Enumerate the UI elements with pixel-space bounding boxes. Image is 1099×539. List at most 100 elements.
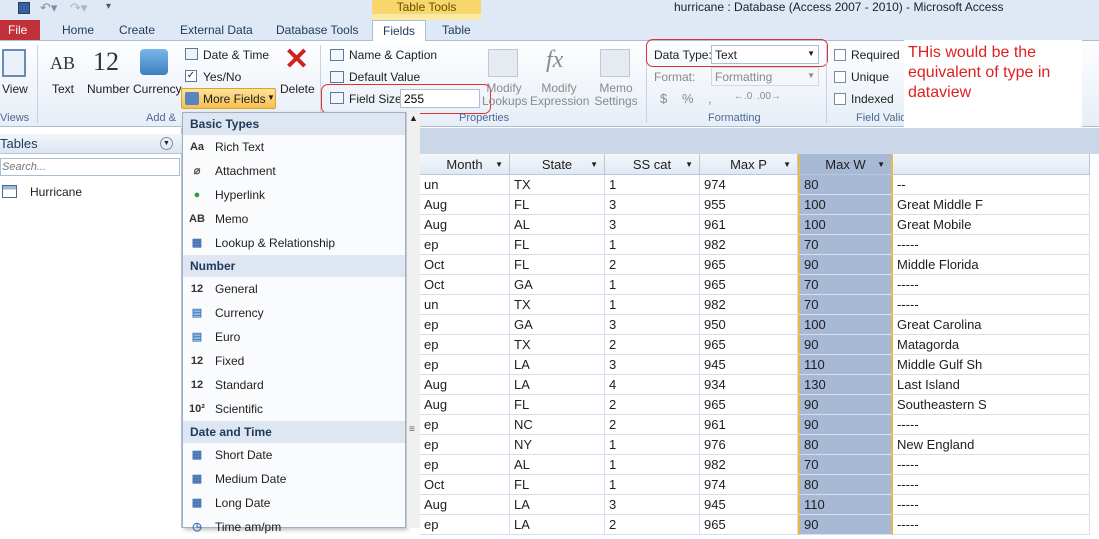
table-cell[interactable]: ----- bbox=[893, 455, 1090, 475]
more-fields-button[interactable]: More Fields ▼ bbox=[181, 88, 276, 109]
text-field-button[interactable]: Text bbox=[52, 82, 74, 96]
table-cell[interactable]: ----- bbox=[893, 235, 1090, 255]
table-row[interactable]: ep NY 1 976 80 New England bbox=[0, 435, 1099, 455]
table-cell[interactable]: 974 bbox=[700, 475, 798, 495]
tab-fields[interactable]: Fields bbox=[372, 20, 426, 42]
decrease-decimals-icon[interactable]: .00→ bbox=[757, 91, 781, 102]
table-cell[interactable]: 945 bbox=[700, 495, 798, 515]
save-icon[interactable] bbox=[18, 2, 30, 14]
increase-decimals-icon[interactable]: ←.0 bbox=[734, 91, 752, 102]
scroll-up-icon[interactable]: ▲ bbox=[409, 113, 418, 123]
table-cell[interactable]: 965 bbox=[700, 395, 798, 415]
table-cell[interactable]: NC bbox=[510, 415, 605, 435]
menu-item[interactable]: 10² Scientific bbox=[183, 397, 405, 421]
table-row[interactable]: ep LA 3 945 110 Middle Gulf Sh bbox=[0, 355, 1099, 375]
table-cell[interactable]: Oct bbox=[420, 475, 510, 495]
table-cell[interactable]: 80 bbox=[798, 435, 893, 455]
table-cell[interactable]: FL bbox=[510, 395, 605, 415]
table-cell[interactable]: 934 bbox=[700, 375, 798, 395]
tab-external-data[interactable]: External Data bbox=[170, 20, 263, 41]
table-cell[interactable]: ----- bbox=[893, 415, 1090, 435]
table-cell[interactable]: 955 bbox=[700, 195, 798, 215]
table-cell[interactable]: 100 bbox=[798, 315, 893, 335]
table-cell[interactable]: GA bbox=[510, 315, 605, 335]
chevron-down-icon[interactable]: ▼ bbox=[877, 154, 885, 175]
table-cell[interactable]: FL bbox=[510, 475, 605, 495]
column-header[interactable]: Max W ▼ bbox=[798, 154, 893, 175]
table-cell[interactable]: TX bbox=[510, 295, 605, 315]
table-cell[interactable]: -- bbox=[893, 175, 1090, 195]
chevron-down-icon[interactable]: ▼ bbox=[590, 154, 598, 175]
tab-database-tools[interactable]: Database Tools bbox=[266, 20, 369, 41]
table-cell[interactable]: Great Carolina bbox=[893, 315, 1090, 335]
table-cell[interactable]: Great Middle F bbox=[893, 195, 1090, 215]
table-cell[interactable]: 70 bbox=[798, 235, 893, 255]
table-row[interactable]: Aug LA 4 934 130 Last Island bbox=[0, 375, 1099, 395]
chevron-down-icon[interactable]: ▼ bbox=[685, 154, 693, 175]
table-cell[interactable]: 965 bbox=[700, 275, 798, 295]
percent-format-icon[interactable]: % bbox=[682, 91, 694, 106]
table-cell[interactable]: 1 bbox=[605, 295, 700, 315]
table-row[interactable]: ep TX 2 965 90 Matagorda bbox=[0, 335, 1099, 355]
number-field-button[interactable]: Number bbox=[87, 82, 130, 96]
table-cell[interactable]: FL bbox=[510, 255, 605, 275]
menu-item[interactable]: ◷ Time am/pm bbox=[183, 515, 405, 539]
comma-format-icon[interactable]: , bbox=[708, 91, 712, 106]
table-cell[interactable]: 961 bbox=[700, 215, 798, 235]
table-cell[interactable]: 3 bbox=[605, 195, 700, 215]
quick-access-dropdown-icon[interactable]: ▾ bbox=[106, 1, 111, 12]
table-cell[interactable]: ep bbox=[420, 335, 510, 355]
table-cell[interactable]: 4 bbox=[605, 375, 700, 395]
table-cell[interactable]: ep bbox=[420, 315, 510, 335]
modify-lookups-button[interactable]: Modify Lookups bbox=[482, 82, 527, 108]
table-cell[interactable]: ----- bbox=[893, 475, 1090, 495]
menu-item[interactable]: Aa Rich Text bbox=[183, 135, 405, 159]
table-cell[interactable]: ----- bbox=[893, 495, 1090, 515]
table-cell[interactable]: TX bbox=[510, 175, 605, 195]
table-cell[interactable]: 1 bbox=[605, 475, 700, 495]
chevron-down-icon[interactable]: ▼ bbox=[495, 154, 503, 175]
table-cell[interactable]: 3 bbox=[605, 495, 700, 515]
yes-no-button[interactable]: Yes/No bbox=[203, 70, 241, 84]
menu-item[interactable]: ▦ Long Date bbox=[183, 491, 405, 515]
menu-item[interactable]: 12 Standard bbox=[183, 373, 405, 397]
table-row[interactable]: Oct FL 2 965 90 Middle Florida bbox=[0, 255, 1099, 275]
menu-item[interactable]: ● Hyperlink bbox=[183, 183, 405, 207]
table-cell[interactable]: 80 bbox=[798, 475, 893, 495]
table-row[interactable]: ep GA 3 950 100 Great Carolina bbox=[0, 315, 1099, 335]
table-cell[interactable]: ----- bbox=[893, 295, 1090, 315]
table-cell[interactable]: 2 bbox=[605, 395, 700, 415]
delete-button[interactable]: Delete bbox=[280, 82, 315, 96]
redo-icon[interactable]: ↷▾ bbox=[70, 0, 87, 16]
memo-settings-button[interactable]: Memo Settings bbox=[590, 82, 642, 108]
table-cell[interactable]: 982 bbox=[700, 295, 798, 315]
table-cell[interactable]: TX bbox=[510, 335, 605, 355]
menu-item[interactable]: ▤ Euro bbox=[183, 325, 405, 349]
table-cell[interactable]: ep bbox=[420, 455, 510, 475]
table-row[interactable]: ep AL 1 982 70 ----- bbox=[0, 455, 1099, 475]
table-row[interactable]: ep FL 1 982 70 ----- bbox=[0, 235, 1099, 255]
table-cell[interactable]: 70 bbox=[798, 295, 893, 315]
table-cell[interactable]: LA bbox=[510, 515, 605, 535]
table-cell[interactable]: 130 bbox=[798, 375, 893, 395]
menu-item[interactable]: ⌀ Attachment bbox=[183, 159, 405, 183]
table-cell[interactable]: 2 bbox=[605, 415, 700, 435]
table-cell[interactable]: 90 bbox=[798, 415, 893, 435]
table-row[interactable]: Aug AL 3 961 100 Great Mobile bbox=[0, 215, 1099, 235]
menu-scrollbar[interactable]: ▲ ≡ bbox=[406, 112, 420, 528]
nav-search-input[interactable] bbox=[0, 158, 180, 176]
table-cell[interactable]: Aug bbox=[420, 495, 510, 515]
indexed-checkbox[interactable] bbox=[834, 93, 846, 105]
date-time-button[interactable]: Date & Time bbox=[203, 48, 269, 62]
name-caption-button[interactable]: Name & Caption bbox=[349, 48, 437, 62]
table-cell[interactable]: FL bbox=[510, 195, 605, 215]
required-checkbox[interactable] bbox=[834, 49, 846, 61]
tab-create[interactable]: Create bbox=[109, 20, 165, 41]
table-row[interactable]: Aug FL 2 965 90 Southeastern S bbox=[0, 395, 1099, 415]
table-cell[interactable]: ep bbox=[420, 435, 510, 455]
table-cell[interactable]: ep bbox=[420, 415, 510, 435]
table-cell[interactable]: 70 bbox=[798, 275, 893, 295]
table-row[interactable]: Oct FL 1 974 80 ----- bbox=[0, 475, 1099, 495]
table-row[interactable]: un TX 1 982 70 ----- bbox=[0, 295, 1099, 315]
table-cell[interactable]: 90 bbox=[798, 395, 893, 415]
